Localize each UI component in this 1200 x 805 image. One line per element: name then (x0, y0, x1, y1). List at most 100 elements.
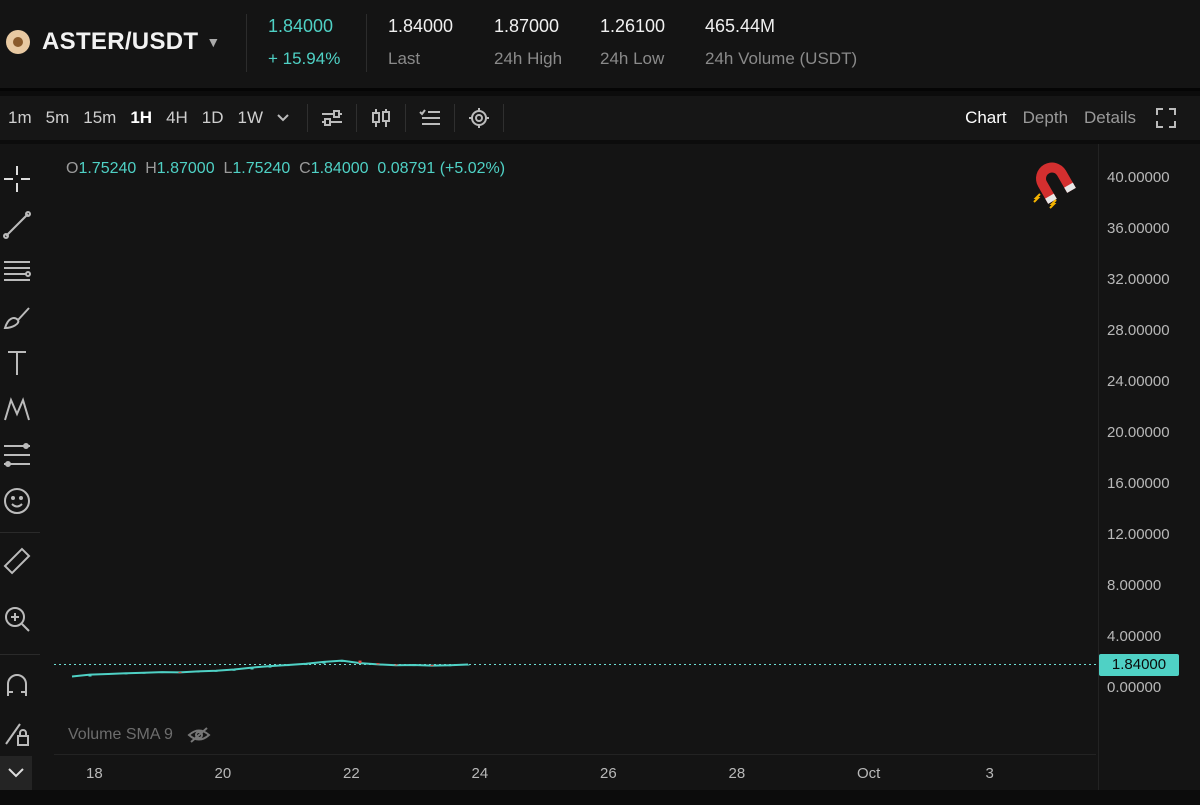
candle (358, 660, 362, 664)
candle (250, 667, 254, 670)
aster-logo-icon (6, 30, 30, 54)
emoji-icon[interactable] (2, 486, 32, 516)
divider (307, 104, 309, 132)
price-axis[interactable]: 1.84000 40.00000 36.00000 32.00000 28.00000… (1098, 144, 1200, 790)
price-series-line (71, 659, 469, 678)
divider (503, 104, 505, 132)
timeframe-5m[interactable]: 5m (46, 108, 70, 128)
drawing-toolbar (0, 144, 48, 790)
y-tick-label: 16.00000 (1107, 475, 1170, 492)
gear-icon[interactable] (465, 104, 493, 132)
y-tick-label: 32.00000 (1107, 271, 1170, 288)
candle (124, 673, 128, 675)
candle (376, 663, 380, 665)
timeframe-1m[interactable]: 1m (8, 108, 32, 128)
tab-chart[interactable]: Chart (965, 108, 1007, 128)
timeframe-1d[interactable]: 1D (202, 108, 224, 128)
stat-label: 24h Volume (USDT) (705, 49, 858, 68)
view-tabs: Chart Depth Details (965, 96, 1180, 140)
candle (232, 669, 236, 671)
fib-levels-icon[interactable] (2, 440, 32, 470)
tab-depth[interactable]: Depth (1023, 108, 1068, 128)
ticker-header: ASTER/USDT ▼ 1.84000 + 15.94% 1.84000 La… (0, 0, 1200, 91)
current-price-tag: 1.84000 (1099, 653, 1179, 676)
indicators-list-icon[interactable] (416, 104, 444, 132)
divider (246, 14, 247, 72)
candle (322, 661, 326, 664)
zoom-in-icon[interactable] (2, 604, 32, 634)
candle (106, 673, 110, 675)
y-tick-label: 36.00000 (1107, 220, 1170, 237)
divider (454, 104, 456, 132)
y-tick-label: 28.00000 (1107, 322, 1170, 339)
y-tick-label: 4.00000 (1107, 628, 1162, 645)
indicator-settings-icon[interactable] (318, 104, 346, 132)
magnet-mode-icon[interactable] (2, 670, 32, 700)
stat-label: 24h High (494, 49, 563, 68)
divider (366, 14, 367, 72)
eye-hidden-icon[interactable] (187, 726, 211, 744)
pair-name: ASTER/USDT (42, 28, 199, 55)
x-tick-label: 3 (985, 765, 994, 782)
volume-indicator: Volume SMA 9 (68, 726, 211, 744)
x-tick-label: 26 (600, 765, 617, 782)
x-tick-label: 22 (343, 765, 360, 782)
price-change: + 15.94% (268, 49, 341, 68)
candle (304, 663, 308, 666)
divider (356, 104, 358, 132)
stat-label: Last (388, 49, 421, 68)
brush-icon[interactable] (2, 302, 32, 332)
pattern-icon[interactable] (2, 394, 32, 424)
x-tick-label: 28 (728, 765, 746, 782)
lock-drawing-icon[interactable] (2, 718, 32, 748)
y-tick-label: 24.00000 (1107, 373, 1170, 390)
divider (0, 532, 40, 533)
candle (142, 672, 146, 674)
price-plot[interactable] (54, 144, 1096, 714)
x-tick-label: 18 (86, 765, 103, 782)
timeframe-4h[interactable]: 4H (166, 108, 188, 128)
candle (88, 674, 92, 677)
y-tick-label: 12.00000 (1107, 526, 1170, 543)
current-price: 1.84000 (268, 16, 334, 36)
timeframe-dropdown-chevron-icon[interactable] (269, 104, 297, 132)
ruler-icon[interactable] (2, 546, 32, 576)
horizontal-lines-icon[interactable] (2, 256, 32, 286)
stat-value: 1.87000 (494, 16, 560, 36)
tab-details[interactable]: Details (1084, 108, 1136, 128)
y-tick-label: 40.00000 (1107, 169, 1170, 186)
candle (448, 665, 452, 667)
divider (405, 104, 407, 132)
caret-down-icon: ▼ (206, 34, 221, 50)
stat-24h-high: 1.87000 24h High (494, 16, 562, 69)
candle (214, 670, 218, 672)
trend-line-icon[interactable] (2, 210, 32, 240)
timeframe-1w[interactable]: 1W (238, 108, 264, 128)
candle (196, 671, 200, 673)
y-tick-label: 0.00000 (1107, 679, 1162, 696)
timeframe-1h[interactable]: 1H (130, 108, 152, 128)
candlestick-type-icon[interactable] (367, 104, 395, 132)
time-axis[interactable]: 18 20 22 24 26 28 Oct 3 (54, 754, 1096, 791)
stat-label: 24h Low (600, 49, 665, 68)
candle (466, 664, 470, 666)
divider (0, 654, 40, 655)
timeframe-15m[interactable]: 15m (83, 108, 116, 128)
stat-24h-low: 1.26100 24h Low (600, 16, 665, 69)
candle (286, 665, 290, 667)
chart-area: O1.75240 H1.87000 L1.75240 C1.84000 0.08… (0, 144, 1200, 790)
chart-toolbar: 1m 5m 15m 1H 4H 1D 1W Chart Depth Detail… (0, 96, 1200, 140)
current-price-box: 1.84000 + 15.94% (268, 16, 340, 69)
text-tool-icon[interactable] (2, 348, 32, 378)
stat-value: 1.26100 (600, 16, 666, 36)
crosshair-icon[interactable] (2, 164, 32, 194)
pair-selector[interactable]: ASTER/USDT ▼ (6, 28, 220, 56)
candle (412, 665, 416, 667)
collapse-toolbar-button[interactable] (0, 756, 32, 790)
fullscreen-icon[interactable] (1152, 104, 1180, 132)
stat-last: 1.84000 Last (388, 16, 453, 69)
y-tick-label: 8.00000 (1107, 577, 1162, 594)
x-tick-label: Oct (857, 765, 881, 782)
candle (340, 660, 344, 662)
x-tick-label: 24 (471, 765, 489, 782)
